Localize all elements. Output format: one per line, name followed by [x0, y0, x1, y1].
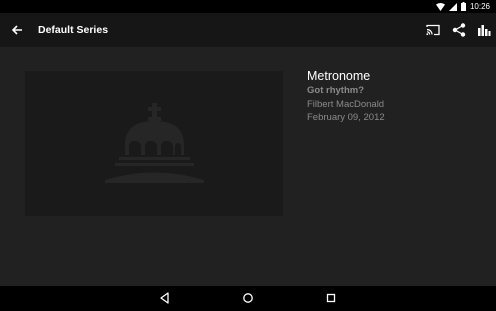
episode-title: Metronome — [307, 69, 371, 83]
episode-details: Metronome Got rhythm? Filbert MacDonald … — [307, 68, 385, 124]
episode-author: Filbert MacDonald — [307, 99, 385, 110]
app-bar-title: Default Series — [38, 24, 109, 36]
episode-subtitle: Got rhythm? — [307, 85, 364, 96]
episode-content: Metronome Got rhythm? Filbert MacDonald … — [0, 47, 496, 286]
wifi-icon — [435, 2, 445, 11]
status-icons: 10:26 — [435, 1, 490, 12]
status-time: 10:26 — [469, 2, 490, 11]
episode-date: February 09, 2012 — [307, 112, 385, 123]
home-circle-icon[interactable] — [240, 290, 256, 306]
app-bar: Default Series — [0, 13, 496, 47]
share-icon[interactable] — [451, 22, 467, 38]
episode-artwork — [25, 71, 283, 216]
bar-chart-icon[interactable] — [476, 22, 492, 38]
signal-icon — [448, 2, 457, 11]
recents-square-icon[interactable] — [323, 290, 339, 306]
back-arrow-icon[interactable] — [9, 22, 25, 38]
cast-icon[interactable] — [425, 22, 441, 38]
navigation-bar — [0, 286, 496, 310]
battery-icon — [460, 2, 466, 11]
status-bar: 10:26 — [0, 0, 496, 13]
back-triangle-icon[interactable] — [157, 290, 173, 306]
dome-logo-icon — [105, 103, 204, 183]
